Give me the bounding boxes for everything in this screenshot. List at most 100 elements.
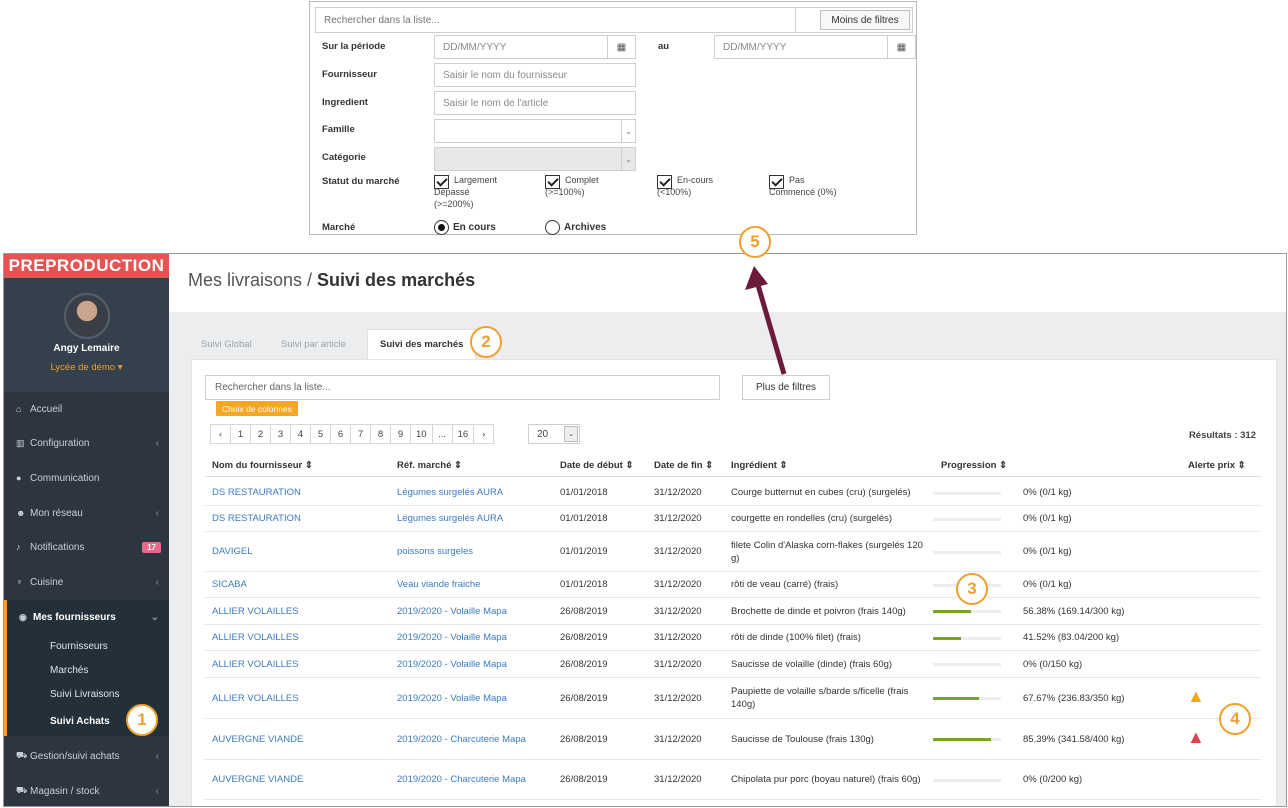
column-header-ingredient[interactable]: Ingrédient ⇕	[731, 460, 788, 471]
sidebar-item-mes-fournisseurs[interactable]: ◉ Mes fournisseurs ⌄	[4, 600, 169, 634]
chevron-left-icon: ‹	[155, 507, 159, 519]
sidebar-item-cuisine[interactable]: ♆ Cuisine ‹	[4, 565, 169, 599]
column-choice-button[interactable]: Choix de colonnes	[216, 401, 298, 416]
ingredient-input[interactable]: Saisir le nom de l'article	[434, 91, 636, 115]
page-link[interactable]: 6	[330, 424, 351, 444]
table-row: AUVERGNE VIANDE 2019/2020 - Charcuterie M…	[205, 760, 1261, 800]
progress-bar	[933, 610, 1001, 613]
checkbox-checked-icon[interactable]	[657, 175, 672, 189]
avatar[interactable]	[64, 293, 110, 339]
sidebar-item-communication[interactable]: ● Communication	[4, 461, 169, 495]
page-size-select[interactable]: 20 ⌄	[528, 424, 580, 444]
column-header-ref[interactable]: Réf. marché ⇕	[397, 460, 462, 471]
sidebar-subitem-suivi-livraisons[interactable]: Suivi Livraisons	[4, 682, 169, 706]
page-link[interactable]: 2	[250, 424, 271, 444]
market-ref-link[interactable]: 2019/2020 - Volaille Mapa	[397, 651, 552, 677]
sidebar-item-label: Cuisine	[30, 576, 64, 588]
status-checkbox-pas-commence[interactable]: Pas Commencé (0%)	[769, 174, 869, 198]
sidebar-item-gestion-achats[interactable]: ⛟ Gestion/suivi achats ‹	[4, 739, 169, 773]
supplier-input[interactable]: Saisir le nom du fournisseur	[434, 63, 636, 87]
start-date-cell: 01/01/2019	[560, 546, 608, 557]
supplier-link[interactable]: DS RESTAURATION	[212, 480, 392, 505]
family-select[interactable]: ⌄	[434, 119, 636, 143]
supplier-link[interactable]: ALLIER VOLAILLES	[212, 625, 392, 650]
page-link[interactable]: 4	[290, 424, 311, 444]
column-header-price-alert[interactable]: Alerte prix ⇕	[1188, 460, 1246, 471]
market-radio-en-cours[interactable]: En cours	[434, 220, 496, 235]
supplier-link[interactable]: AUVERGNE VIANDE	[212, 719, 392, 759]
supplier-link[interactable]: SICABA	[212, 572, 392, 597]
supplier-link[interactable]: DAVIGEL	[212, 532, 392, 571]
start-date-placeholder: DD/MM/YYYY	[443, 41, 507, 53]
sidebar-subitem-marches[interactable]: Marchés	[4, 658, 169, 682]
sidebar-item-configuration[interactable]: ▥ Configuration ‹	[4, 426, 169, 460]
page-link[interactable]: 1	[230, 424, 251, 444]
page-link[interactable]: 7	[350, 424, 371, 444]
market-ref-link[interactable]: poissons surgeles	[397, 532, 552, 571]
progress-bar-fill	[933, 738, 992, 741]
column-header-progress[interactable]: Progression ⇕	[941, 460, 1007, 471]
market-radio-archives[interactable]: Archives	[545, 220, 606, 235]
eye-icon: ◉	[19, 611, 27, 622]
tab-suivi-global[interactable]: Suivi Global	[189, 329, 264, 359]
page-link[interactable]: 16	[451, 424, 475, 444]
page-link[interactable]: 10	[410, 424, 433, 444]
market-ref-link[interactable]: Légumes surgelés AURA	[397, 480, 552, 505]
status-checkbox-complet[interactable]: Complet (>=100%)	[545, 174, 645, 198]
filter-search-input[interactable]	[316, 8, 796, 32]
page-link[interactable]: ›	[473, 424, 495, 444]
sidebar-item-label: Accueil	[30, 403, 63, 415]
sidebar-subitem-fournisseurs[interactable]: Fournisseurs	[4, 634, 169, 658]
market-ref-link[interactable]: Veau viande fraiche	[397, 572, 552, 597]
checkbox-checked-icon[interactable]	[545, 175, 560, 189]
page-link[interactable]: 5	[310, 424, 331, 444]
page-link[interactable]: 8	[370, 424, 391, 444]
market-ref-link[interactable]: 2019/2020 - Volaille Mapa	[397, 598, 552, 624]
supplier-link[interactable]: DS RESTAURATION	[212, 506, 392, 531]
column-header-end[interactable]: Date de fin ⇕	[654, 460, 713, 471]
results-count: Résultats : 312	[1188, 430, 1256, 441]
page-link[interactable]: 3	[270, 424, 291, 444]
calendar-icon[interactable]: ▦	[607, 36, 635, 58]
market-ref-link[interactable]: 2019/2020 - Volaille Mapa	[397, 678, 552, 718]
supplier-link[interactable]: ALLIER VOLAILLES	[212, 651, 392, 677]
radio-selected-icon[interactable]	[434, 220, 449, 235]
supplier-link[interactable]: ALLIER VOLAILLES	[212, 678, 392, 718]
supplier-link[interactable]: ALLIER VOLAILLES	[212, 598, 392, 624]
market-ref-link[interactable]: 2019/2020 - Charcuterie Mapa	[397, 760, 552, 799]
calendar-icon[interactable]: ▦	[887, 36, 915, 58]
tab-suivi-des-marches[interactable]: Suivi des marchés	[367, 329, 477, 359]
sidebar-item-mon-reseau[interactable]: ☻ Mon réseau ‹	[4, 496, 169, 530]
start-date-input[interactable]: DD/MM/YYYY ▦	[434, 35, 636, 59]
status-checkbox-en-cours[interactable]: En-cours (<100%)	[657, 174, 757, 198]
sidebar-item-magasin-stock[interactable]: ⛟ Magasin / stock ‹	[4, 774, 169, 806]
sidebar-item-label: Mes fournisseurs	[33, 611, 116, 623]
checkbox-checked-icon[interactable]	[434, 175, 449, 189]
breadcrumb[interactable]: Mes livraisons /	[188, 270, 317, 290]
sidebar-item-accueil[interactable]: ⌂ Accueil	[4, 392, 169, 426]
supplier-link[interactable]: AUVERGNE VIANDE	[212, 760, 392, 799]
less-filters-button[interactable]: Moins de filtres	[820, 10, 910, 30]
page-link[interactable]: ...	[431, 424, 453, 444]
status-checkbox-largement[interactable]: Largement Dépassé (>=200%)	[434, 174, 534, 210]
tab-suivi-par-article[interactable]: Suivi par article	[269, 329, 358, 359]
column-header-start[interactable]: Date de début ⇕	[560, 460, 633, 471]
sidebar-item-notifications[interactable]: ♪ Notifications 17	[4, 530, 169, 564]
school-dropdown[interactable]: Lycée de démo ▾	[4, 362, 169, 373]
more-filters-button[interactable]: Plus de filtres	[742, 375, 830, 400]
price-alert-warning-icon[interactable]: ▲	[1187, 686, 1205, 707]
market-ref-link[interactable]: Légumes surgelés AURA	[397, 506, 552, 531]
table-row: DAVIGEL poissons surgeles 01/01/2019 31/12/…	[205, 532, 1261, 572]
price-alert-warning-icon[interactable]: ▲	[1187, 727, 1205, 748]
market-ref-link[interactable]: 2019/2020 - Volaille Mapa	[397, 625, 552, 650]
checkbox-checked-icon[interactable]	[769, 175, 784, 189]
column-header-supplier[interactable]: Nom du fournisseur ⇕	[212, 460, 313, 471]
radio-label: En cours	[453, 222, 496, 233]
list-search-input[interactable]: Rechercher dans la liste...	[205, 375, 720, 400]
market-ref-link[interactable]: 2019/2020 - Charcuterie Mapa	[397, 719, 552, 759]
end-date-input[interactable]: DD/MM/YYYY ▦	[714, 35, 916, 59]
page-link[interactable]: ‹	[210, 424, 231, 444]
radio-empty-icon[interactable]	[545, 220, 560, 235]
ingredient-cell: rôti de veau (carré) (frais)	[731, 579, 839, 590]
page-link[interactable]: 9	[390, 424, 411, 444]
